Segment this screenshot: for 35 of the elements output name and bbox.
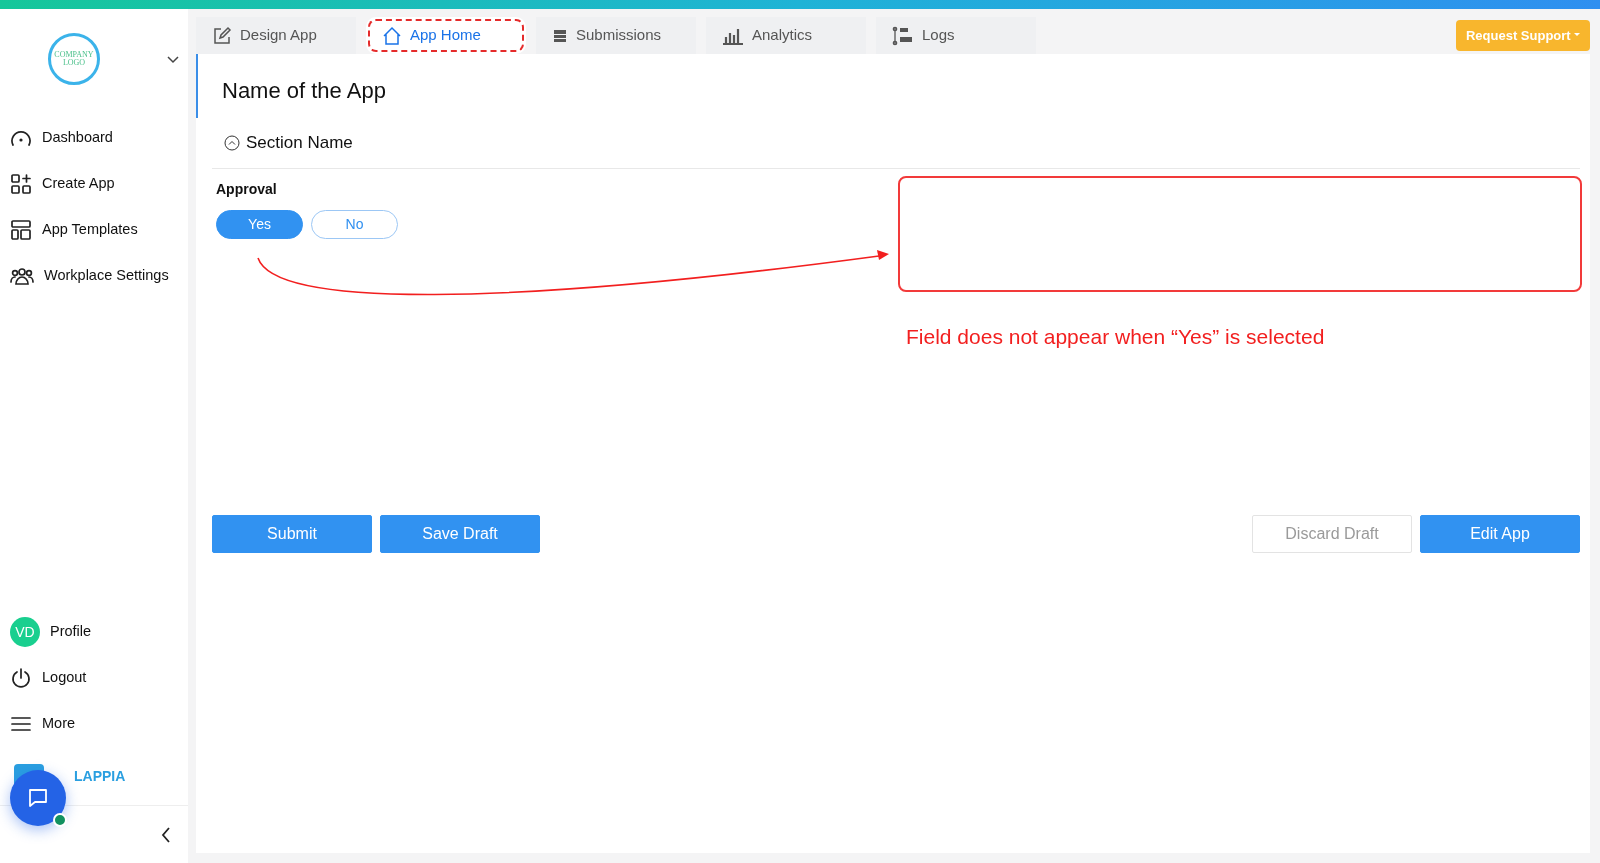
tab[interactable]: Submissions: [536, 17, 696, 54]
speedometer-icon: [10, 128, 32, 148]
chevron-up-circle-icon[interactable]: [224, 134, 240, 151]
bar-chart-icon: [722, 26, 744, 45]
annotation-text: Field does not appear when “Yes” is selected: [906, 324, 1325, 350]
profile-item[interactable]: VD Profile: [0, 609, 188, 655]
add-grid-icon: [10, 173, 32, 195]
tab[interactable]: Analytics: [706, 17, 866, 54]
server-icon: [552, 27, 568, 44]
sidebar-item[interactable]: Workplace Settings: [0, 253, 188, 299]
sidebar-item[interactable]: Logout: [0, 655, 188, 701]
tab[interactable]: App Home: [366, 17, 526, 54]
home-icon: [382, 25, 402, 46]
company-logo: COMPANY LOGO: [48, 33, 100, 85]
field-label: Approval: [216, 179, 278, 199]
layout-icon: [10, 219, 32, 241]
brand-name: LAPPIA: [74, 766, 126, 786]
chevron-down-icon[interactable]: [166, 54, 180, 64]
power-icon: [10, 667, 32, 689]
avatar: VD: [10, 617, 40, 647]
sidebar-item[interactable]: Create App: [0, 161, 188, 207]
people-icon: [10, 266, 34, 286]
tab[interactable]: Design App: [196, 17, 356, 54]
log-list-icon: [892, 25, 914, 46]
option-button[interactable]: No: [311, 209, 398, 239]
sidebar-item[interactable]: More: [0, 701, 188, 747]
edit-icon: [212, 25, 232, 46]
section-title: Section Name: [246, 132, 353, 154]
chat-icon: [26, 786, 50, 810]
chevron-left-icon[interactable]: [160, 825, 172, 844]
sidebar-item[interactable]: App Templates: [0, 207, 188, 253]
sidebar-item[interactable]: Dashboard: [0, 115, 188, 161]
tab[interactable]: Logs: [876, 17, 1036, 54]
menu-icon: [10, 715, 32, 733]
app-title: Name of the App: [196, 54, 386, 118]
